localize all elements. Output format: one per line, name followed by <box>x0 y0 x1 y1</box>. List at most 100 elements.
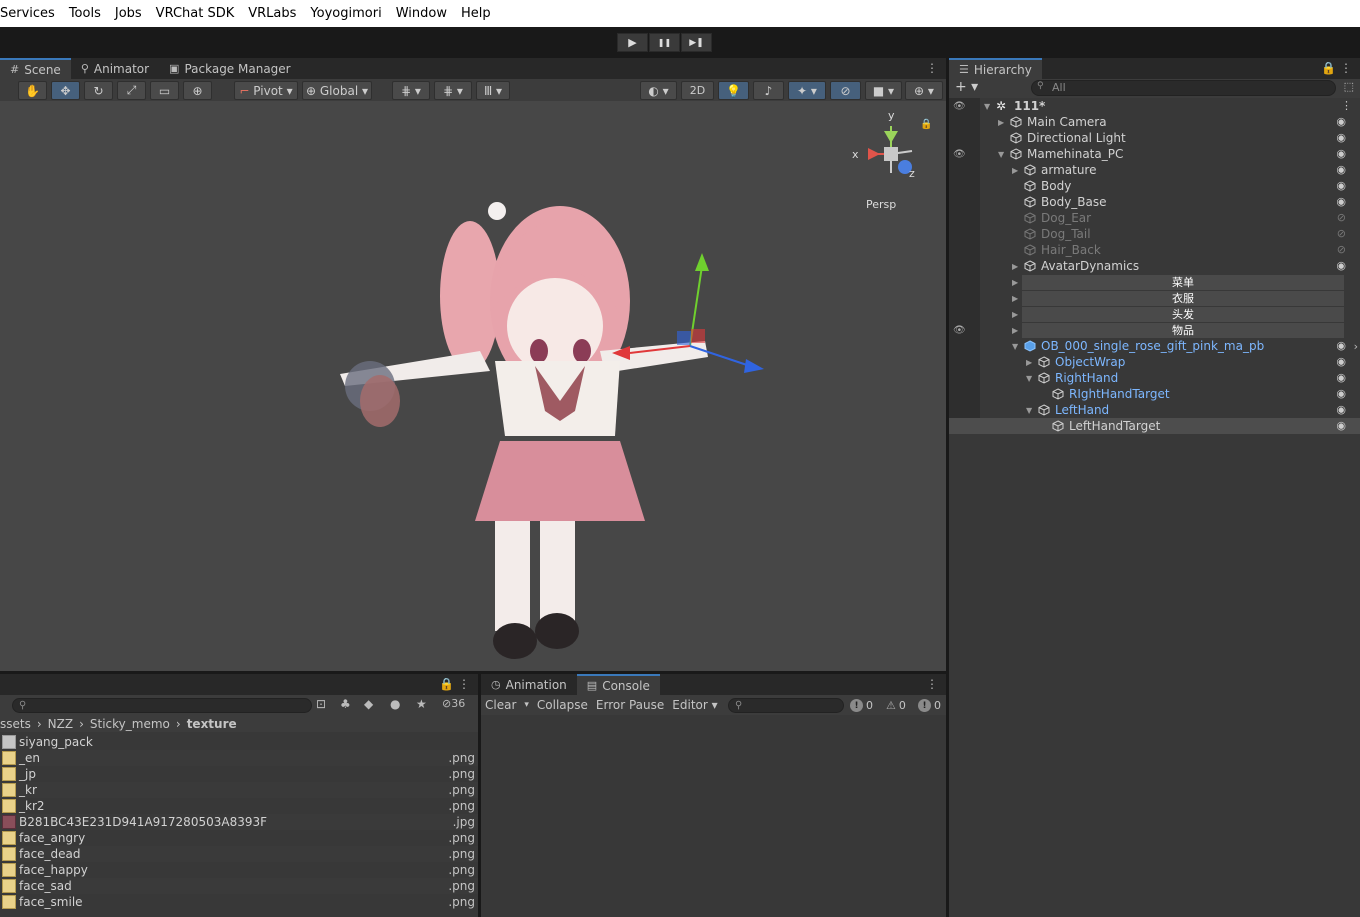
hierarchy-row-clothes[interactable]: ▶ 衣服 <box>949 290 1360 306</box>
list-item[interactable]: face_happy .png <box>0 862 478 878</box>
hierarchy-row-directional-light[interactable]: Directional Light ◉ <box>949 130 1360 146</box>
rotate-tool-button[interactable]: ↻ <box>84 81 113 100</box>
list-item[interactable]: _en .png <box>0 750 478 766</box>
fold-icon[interactable]: ▼ <box>1012 342 1018 351</box>
grid-snap-button[interactable]: ⋕ ▾ <box>392 81 430 100</box>
error-pause-button[interactable]: Error Pause <box>592 698 668 712</box>
breadcrumb-item[interactable]: Sticky_memo <box>90 717 170 731</box>
hierarchy-row-body-base[interactable]: Body_Base ◉ <box>949 194 1360 210</box>
hierarchy-row-righthandtarget[interactable]: RIghtHandTarget ◉ <box>949 386 1360 402</box>
scene-visibility-icon[interactable]: 👁 <box>953 149 966 160</box>
increment-snap-button[interactable]: ⋕ ▾ <box>434 81 472 100</box>
hierarchy-row-righthand[interactable]: ▼ RightHand ◉ <box>949 370 1360 386</box>
visibility-eye-icon[interactable]: ◉ <box>1336 259 1346 272</box>
hierarchy-row-dog-ear[interactable]: Dog_Ear ⊘ <box>949 210 1360 226</box>
list-item[interactable]: face_angry .png <box>0 830 478 846</box>
list-item-folder[interactable]: siyang_pack <box>0 734 478 750</box>
hierarchy-lock-icon[interactable]: 🔒 <box>1321 61 1336 75</box>
project-kebab-icon[interactable]: ⋮ <box>458 677 470 691</box>
hierarchy-row-menu[interactable]: ▶ 菜单 <box>949 274 1360 290</box>
breadcrumb-item[interactable]: ssets <box>0 717 31 731</box>
gizmos-dropdown[interactable]: ⊕ ▾ <box>905 81 943 100</box>
scene-kebab-icon[interactable]: ⋮ <box>1341 99 1352 112</box>
tab-hierarchy[interactable]: ☰ Hierarchy <box>949 58 1042 79</box>
filter-by-type-icon[interactable]: ♣ <box>340 697 351 711</box>
hierarchy-row-hair-back[interactable]: Hair_Back ⊘ <box>949 242 1360 258</box>
tab-package-manager[interactable]: ▣ Package Manager <box>159 58 301 79</box>
search-by-type-icon[interactable]: ⊡ <box>316 697 326 711</box>
fold-icon[interactable]: ▶ <box>1012 278 1018 287</box>
tab-animator[interactable]: ⚲ Animator <box>71 58 159 79</box>
hidden-packages-button[interactable]: ⊘36 <box>442 697 465 710</box>
list-item[interactable]: B281BC43E231D941A917280503A8393F .jpg <box>0 814 478 830</box>
warning-filter-icon[interactable]: ● <box>390 697 400 711</box>
clear-button[interactable]: Clear <box>481 698 520 712</box>
fold-icon[interactable]: ▶ <box>1012 326 1018 335</box>
visibility-eye-icon[interactable]: ◉ <box>1336 403 1346 416</box>
add-object-button[interactable]: + ▾ <box>955 79 978 95</box>
project-lock-icon[interactable]: 🔒 <box>439 677 454 691</box>
list-item[interactable]: face_smile .png <box>0 894 478 910</box>
visibility-eye-icon[interactable]: ◉ <box>1336 115 1346 128</box>
play-button[interactable]: ▶ <box>617 33 648 52</box>
menu-jobs[interactable]: Jobs <box>108 6 149 21</box>
pivot-dropdown[interactable]: ⌐ Pivot ▾ <box>234 81 298 100</box>
draw-mode-dropdown[interactable]: ◐ ▾ <box>640 81 677 100</box>
scale-tool-button[interactable]: ⤢ <box>117 81 146 100</box>
step-button[interactable]: ▶❚ <box>681 33 712 52</box>
warning-count-toggle[interactable]: ⚠ 0 <box>886 698 906 713</box>
scene-visibility-icon[interactable]: 👁 <box>953 325 966 336</box>
avatar-character[interactable] <box>340 202 708 659</box>
fold-icon[interactable]: ▶ <box>1012 166 1018 175</box>
console-search-input[interactable]: ⚲ <box>728 698 844 713</box>
scene-visibility-icon[interactable]: 👁 <box>953 101 966 112</box>
visibility-eye-icon[interactable]: ◉ <box>1336 147 1346 160</box>
scene-kebab-icon[interactable]: ⋮ <box>926 61 938 75</box>
ruler-button[interactable]: Ⅲ ▾ <box>476 81 510 100</box>
effects-dropdown[interactable]: ✦ ▾ <box>788 81 826 100</box>
scene-picker-icon[interactable]: ⬚ <box>1344 80 1354 93</box>
label-icon[interactable]: ◆ <box>364 697 373 711</box>
gizmo-lock-icon[interactable]: 🔒 <box>920 118 932 130</box>
hierarchy-row-rose-prefab[interactable]: ▼ OB_000_single_rose_gift_pink_ma_pb ◉ › <box>949 338 1360 354</box>
fold-icon[interactable]: ▶ <box>1012 310 1018 319</box>
fold-icon[interactable]: ▶ <box>998 118 1004 127</box>
visibility-eye-icon[interactable]: ◉ <box>1336 195 1346 208</box>
hierarchy-row-lefthandtarget[interactable]: LeftHandTarget ◉ <box>949 418 1360 434</box>
pause-button[interactable]: ❚❚ <box>649 33 680 52</box>
tab-animation[interactable]: ◷ Animation <box>481 674 577 695</box>
fold-icon[interactable]: ▶ <box>1026 358 1032 367</box>
hierarchy-scene-root[interactable]: 👁 ▼ ✲ 111* ⋮ <box>949 98 1360 114</box>
list-item[interactable]: face_dead .png <box>0 846 478 862</box>
2d-toggle[interactable]: 2D <box>681 81 714 100</box>
favorite-star-icon[interactable]: ★ <box>416 697 427 711</box>
hidden-eye-icon[interactable]: ⊘ <box>1337 211 1346 224</box>
visibility-eye-icon[interactable]: ◉ <box>1336 387 1346 400</box>
scene-viewport[interactable]: y x z Persp 🔒 <box>0 101 946 671</box>
breadcrumb-item[interactable]: NZZ <box>48 717 73 731</box>
hierarchy-row-dog-tail[interactable]: Dog_Tail ⊘ <box>949 226 1360 242</box>
error-count-toggle[interactable]: ! 0 <box>918 698 941 713</box>
hand-tool-button[interactable]: ✋ <box>18 81 47 100</box>
visibility-eye-icon[interactable]: ◉ <box>1336 179 1346 192</box>
hierarchy-kebab-icon[interactable]: ⋮ <box>1340 61 1352 75</box>
hidden-eye-icon[interactable]: ⊘ <box>1337 227 1346 240</box>
global-dropdown[interactable]: ⊕ Global ▾ <box>302 81 372 100</box>
hierarchy-row-hair[interactable]: ▶ 头发 <box>949 306 1360 322</box>
visibility-eye-icon[interactable]: ◉ <box>1336 419 1346 432</box>
hierarchy-search-input[interactable]: All <box>1031 80 1336 96</box>
log-count-toggle[interactable]: ! 0 <box>850 698 873 713</box>
fold-icon[interactable]: ▼ <box>998 150 1004 159</box>
visibility-eye-icon[interactable]: ◉ <box>1336 131 1346 144</box>
transform-tool-button[interactable]: ⊕ <box>183 81 212 100</box>
hierarchy-row-lefthand[interactable]: ▼ LeftHand ◉ <box>949 402 1360 418</box>
tab-scene[interactable]: # Scene <box>0 58 71 79</box>
hidden-eye-icon[interactable]: ⊘ <box>1337 243 1346 256</box>
list-item[interactable]: _jp .png <box>0 766 478 782</box>
list-item[interactable]: face_sad .png <box>0 878 478 894</box>
fold-icon[interactable]: ▶ <box>1012 294 1018 303</box>
fold-icon[interactable]: ▼ <box>984 102 990 111</box>
camera-dropdown[interactable]: ■ ▾ <box>865 81 902 100</box>
chevron-right-icon[interactable]: › <box>1354 340 1358 353</box>
collapse-button[interactable]: Collapse <box>533 698 592 712</box>
